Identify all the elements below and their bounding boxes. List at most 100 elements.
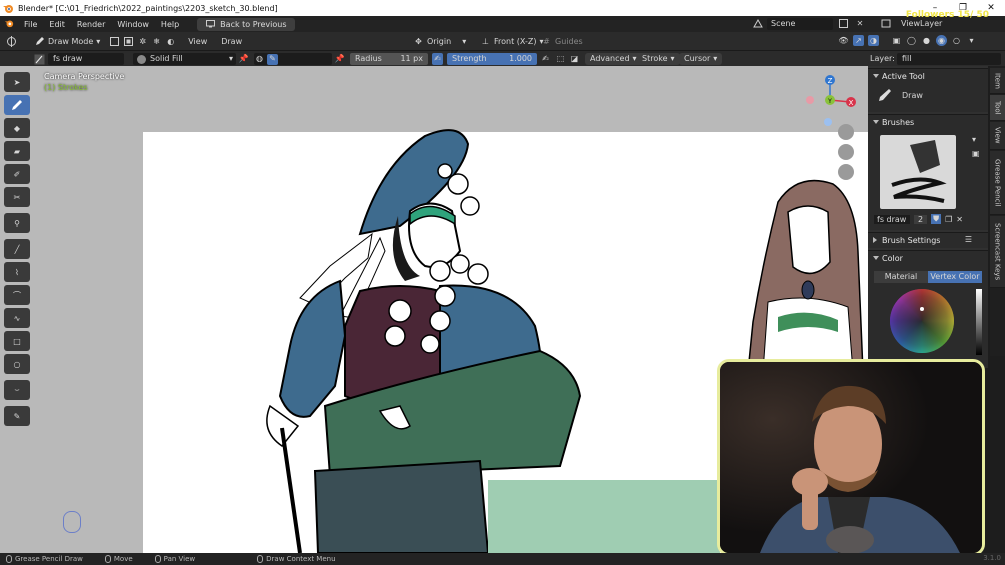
tool-cutter[interactable]: ✂ (4, 187, 30, 207)
tool-interpolate[interactable]: ⌣ (4, 380, 30, 400)
menu-window[interactable]: Window (111, 20, 155, 29)
brushes-header[interactable]: Brushes (868, 115, 988, 130)
eraser-toggle-icon[interactable]: ⬚ (555, 53, 566, 65)
shading-material-icon[interactable]: ◉ (936, 35, 947, 46)
active-tool-section: Active Tool Draw (868, 68, 988, 112)
menu-file[interactable]: File (18, 20, 43, 29)
tool-erase[interactable]: ▰ (4, 141, 30, 161)
scene-icon (753, 18, 763, 29)
unlink-brush-icon[interactable]: ✕ (956, 215, 963, 224)
multiframe-icon[interactable] (123, 36, 134, 47)
radius-field[interactable]: Radius 11 px (350, 53, 428, 65)
pressure-icon[interactable]: ✍ (432, 53, 443, 65)
editor-type-icon[interactable] (6, 35, 17, 47)
guides-toggle[interactable]: # Guides (536, 35, 588, 48)
tab-material[interactable]: Material (874, 271, 928, 283)
pin-icon-2[interactable]: 📌 (334, 53, 345, 65)
menu-edit[interactable]: Edit (43, 20, 71, 29)
sidebar-panel: Active Tool Draw Brushes ▾ ▣ fs draw 2 ⛊… (868, 66, 988, 368)
draw-menu[interactable]: Draw (221, 37, 242, 46)
blender-menu-icon[interactable] (0, 18, 18, 30)
tool-fill[interactable]: ◆ (4, 118, 30, 138)
visibility-icon[interactable]: 👁 (838, 35, 849, 46)
layer-toggle-icon[interactable] (109, 36, 120, 47)
brush-list-expand-icon[interactable]: ▾ (972, 135, 976, 144)
advanced-label: Advanced (590, 54, 630, 63)
tab-screencast-keys[interactable]: Screencast Keys (990, 216, 1005, 288)
tab-item[interactable]: Item (990, 68, 1005, 94)
brush-selector[interactable]: fs draw (48, 53, 124, 65)
tool-draw[interactable] (4, 95, 30, 115)
radius-label: Radius (355, 54, 382, 63)
origin-dropdown[interactable]: ✥ Origin ▾ (408, 35, 471, 48)
view-menu[interactable]: View (188, 37, 207, 46)
menu-help[interactable]: Help (155, 20, 185, 29)
scene-name-field[interactable]: Scene (767, 17, 833, 30)
tool-box[interactable]: □ (4, 331, 30, 351)
tool-line[interactable]: ╱ (4, 239, 30, 259)
new-scene-icon[interactable] (839, 18, 849, 29)
viewlayer-name[interactable]: ViewLayer (901, 19, 942, 28)
tool-curve[interactable]: ∿ (4, 308, 30, 328)
tool-select-box[interactable]: ➤ (4, 72, 30, 92)
brush-name: fs draw (53, 54, 83, 63)
eraser-icon: ▰ (13, 146, 21, 156)
cursor-dropdown[interactable]: Cursor ▾ (679, 53, 723, 65)
layer-selector[interactable]: fill (897, 53, 1001, 65)
active-tool-header[interactable]: Active Tool (868, 69, 988, 84)
advanced-dropdown[interactable]: Advanced ▾ (585, 53, 642, 65)
pin-icon[interactable]: 📌 (238, 53, 249, 65)
brush-list-icon[interactable]: ▣ (972, 149, 980, 158)
duplicate-brush-icon[interactable]: ❐ (945, 215, 952, 224)
tool-tint[interactable]: ✐ (4, 164, 30, 184)
delete-scene-icon[interactable]: ✕ (855, 18, 865, 29)
fake-user-shield-icon[interactable]: ⛊ (931, 214, 942, 224)
brush-datablock-name[interactable]: fs draw (874, 214, 910, 224)
tab-grease-pencil[interactable]: Grease Pencil (990, 151, 1005, 215)
active-tool-row[interactable]: Draw (868, 88, 988, 102)
shading-rendered-icon[interactable]: ○ (951, 35, 962, 46)
color-header[interactable]: Color (868, 251, 988, 266)
tool-eyedropper[interactable]: ⚲ (4, 213, 30, 233)
pressure-strength-icon[interactable]: ✍ (540, 53, 551, 65)
blender-logo-icon (3, 5, 13, 13)
zoom-icon[interactable] (838, 124, 854, 140)
navigation-gizmo[interactable]: Z Y X (805, 70, 861, 130)
camera-view-icon[interactable] (838, 164, 854, 180)
brush-user-count[interactable]: 2 (914, 214, 928, 224)
shading-solid-icon[interactable]: ● (921, 35, 932, 46)
menu-render[interactable]: Render (71, 20, 111, 29)
shading-wireframe-icon[interactable]: ◯ (906, 35, 917, 46)
tool-polyline[interactable]: ⌇ (4, 262, 30, 282)
mode-dropdown[interactable]: Draw Mode ▾ (29, 35, 105, 48)
tab-view[interactable]: View (990, 122, 1005, 150)
overlay-icon[interactable]: ◑ (868, 35, 879, 46)
back-to-previous-button[interactable]: Back to Previous (197, 17, 295, 31)
material-selector[interactable]: Solid Fill ▾ (133, 53, 236, 65)
stroke-dropdown[interactable]: Stroke ▾ (637, 53, 680, 65)
color-picker-dot[interactable] (920, 307, 924, 311)
pan-hand-icon[interactable] (838, 144, 854, 160)
autokey-icon[interactable]: ✲ (137, 36, 148, 47)
tool-circle[interactable]: ○ (4, 354, 30, 374)
curve-edit-icon[interactable]: ◐ (165, 36, 176, 47)
layer-name: fill (902, 54, 912, 63)
color-wheel[interactable] (890, 289, 954, 353)
tab-vertex-color[interactable]: Vertex Color (928, 271, 982, 283)
gizmo-icon[interactable]: ↗ (853, 35, 864, 46)
value-slider[interactable] (976, 289, 982, 355)
chevron-down-icon: ▾ (96, 36, 101, 46)
color-mode-toggle[interactable]: ◍ ✎ (254, 53, 332, 65)
vertex-paint-icon[interactable]: ◪ (569, 53, 580, 65)
xray-icon[interactable]: ▣ (891, 35, 902, 46)
snap-icon[interactable]: ❄ (151, 36, 162, 47)
list-icon[interactable]: ☰ (965, 235, 972, 244)
interpolate-icon: ⌣ (14, 385, 20, 394)
shading-options-icon[interactable]: ▾ (966, 35, 977, 46)
strength-field[interactable]: Strength 1.000 (447, 53, 537, 65)
scene-selector[interactable]: Scene ✕ (753, 17, 865, 30)
tool-annotate[interactable]: ✎ (4, 406, 30, 426)
tab-tool[interactable]: Tool (990, 95, 1005, 121)
brush-preview[interactable] (880, 135, 956, 209)
tool-arc[interactable]: ⌒ (4, 285, 30, 305)
